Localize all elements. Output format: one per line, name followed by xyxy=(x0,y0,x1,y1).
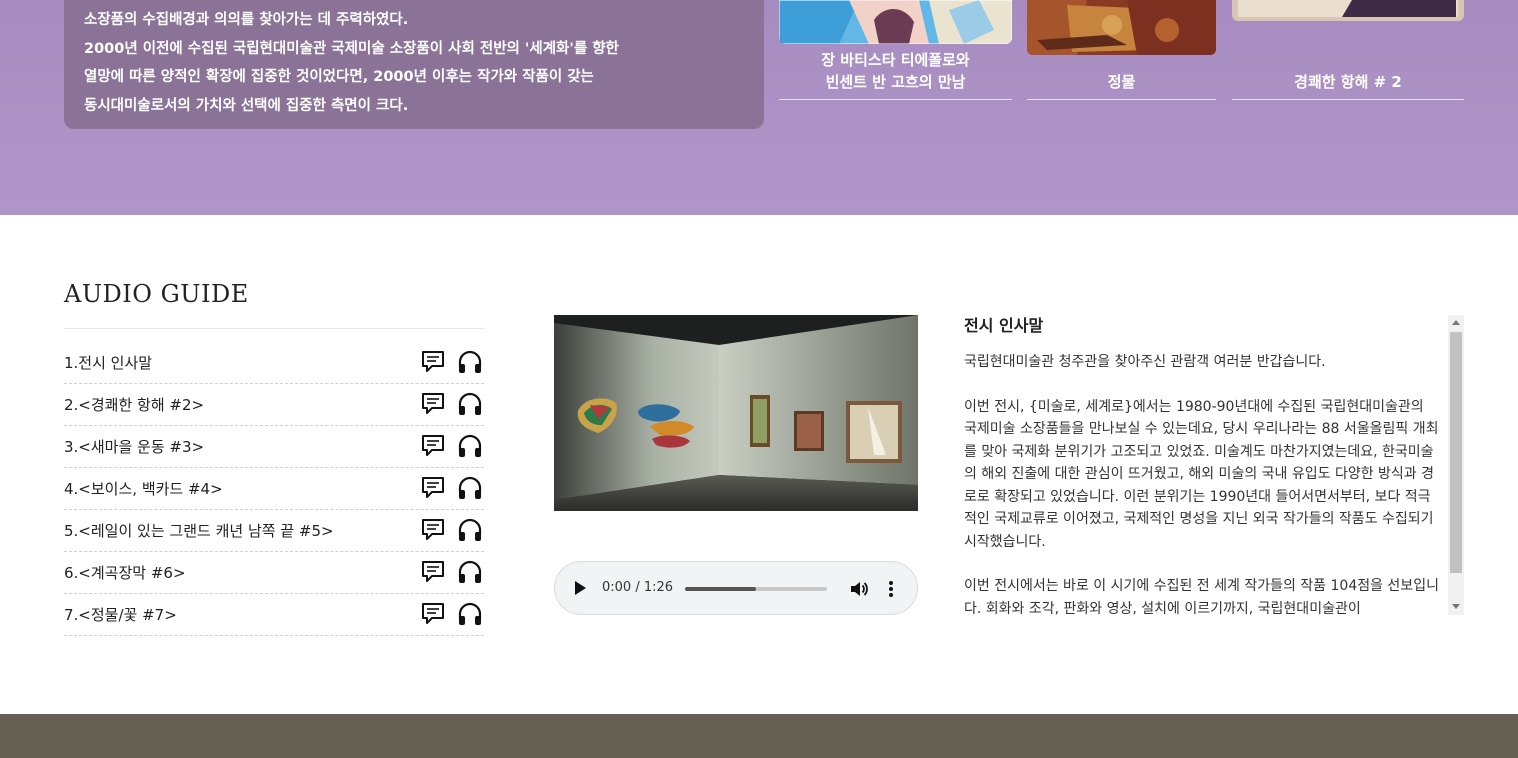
exhibition-header-band: 소장품의 수집배경과 의의를 찾아가는 데 주력하였다. 2000년 이전에 수… xyxy=(0,0,1518,215)
artwork-card-1[interactable]: 장 바티스타 티에폴로와 빈센트 반 고흐의 만남 xyxy=(779,0,1012,100)
transcript-paragraph: 국립현대미술관 청주관을 찾아주신 관람객 여러분 반갑습니다. xyxy=(964,354,1326,370)
caption-divider xyxy=(1232,99,1464,100)
transcript-title: 전시 인사말 xyxy=(964,316,1044,335)
chat-bubble-icon[interactable] xyxy=(420,391,446,417)
site-footer xyxy=(0,714,1518,758)
chat-bubble-icon[interactable] xyxy=(420,601,446,627)
headphones-icon[interactable] xyxy=(457,517,483,543)
artwork-thumbnail[interactable] xyxy=(1027,0,1216,55)
scroll-down-arrow-icon[interactable] xyxy=(1452,604,1460,609)
scrollbar-thumb[interactable] xyxy=(1450,332,1462,573)
audio-guide-item-label[interactable]: 5.<레일이 있는 그랜드 캐년 남쪽 끝 #5> xyxy=(64,520,334,541)
audio-guide-item-label[interactable]: 7.<정물/꽃 #7> xyxy=(64,604,177,625)
artwork-thumbnail[interactable] xyxy=(779,0,1012,44)
audio-guide-item-label[interactable]: 3.<새마을 운동 #3> xyxy=(64,436,204,457)
headphones-icon[interactable] xyxy=(457,475,483,501)
transcript-paragraph: 이번 전시에서는 바로 이 시기에 수집된 전 세계 작가들의 작품 104점을… xyxy=(964,578,1439,615)
audio-guide-item[interactable]: 6.<계곡장막 #6> xyxy=(64,552,484,594)
audio-guide-item-label[interactable]: 2.<경쾌한 항해 #2> xyxy=(64,394,204,415)
artwork-caption: 정물 xyxy=(1107,73,1136,91)
audio-guide-item-label[interactable]: 6.<계곡장막 #6> xyxy=(64,562,186,583)
audio-guide-item[interactable]: 4.<보이스, 백카드 #4> xyxy=(64,468,484,510)
artwork-card-2[interactable]: 정물 xyxy=(1027,0,1216,100)
scroll-up-arrow-icon[interactable] xyxy=(1452,320,1460,325)
headphones-icon[interactable] xyxy=(457,349,483,375)
artwork-thumbnail[interactable] xyxy=(1232,0,1464,21)
caption-divider xyxy=(779,99,1012,100)
progress-track[interactable] xyxy=(685,587,827,591)
volume-icon[interactable] xyxy=(849,579,869,599)
playback-time: 0:00 / 1:26 xyxy=(602,580,674,595)
chat-bubble-icon[interactable] xyxy=(420,349,446,375)
chat-bubble-icon[interactable] xyxy=(420,433,446,459)
artwork-card-3[interactable]: 경쾌한 항해 # 2 xyxy=(1232,0,1464,100)
audio-guide-title: AUDIO GUIDE xyxy=(64,280,249,308)
play-icon[interactable] xyxy=(575,581,586,595)
chat-bubble-icon[interactable] xyxy=(420,559,446,585)
audio-guide-item[interactable]: 2.<경쾌한 항해 #2> xyxy=(64,384,484,426)
audio-guide-list: 1.전시 인사말 2.<경쾌한 항해 #2> 3.<새마을 운동 #3> 4.<… xyxy=(64,342,484,636)
headphones-icon[interactable] xyxy=(457,559,483,585)
progress-fill xyxy=(685,587,756,591)
gallery-photo xyxy=(554,315,918,511)
audio-guide-item-label[interactable]: 1.전시 인사말 xyxy=(64,352,152,373)
artwork-caption: 경쾌한 항해 # 2 xyxy=(1294,73,1402,91)
transcript-paragraph: 이번 전시, {미술로, 세계로}에서는 1980-90년대에 수집된 국립현대… xyxy=(964,398,1439,550)
chat-bubble-icon[interactable] xyxy=(420,517,446,543)
audio-guide-divider xyxy=(64,328,484,329)
headphones-icon[interactable] xyxy=(457,601,483,627)
headphones-icon[interactable] xyxy=(457,391,483,417)
audio-player[interactable]: 0:00 / 1:26 xyxy=(554,561,918,615)
audio-guide-item[interactable]: 5.<레일이 있는 그랜드 캐년 남쪽 끝 #5> xyxy=(64,510,484,552)
transcript-panel[interactable]: 전시 인사말 국립현대미술관 청주관을 찾아주신 관람객 여러분 반갑습니다. … xyxy=(964,315,1448,615)
audio-guide-item-label[interactable]: 4.<보이스, 백카드 #4> xyxy=(64,478,223,499)
transcript-scrollbar[interactable] xyxy=(1448,315,1464,615)
more-vertical-icon[interactable] xyxy=(886,579,896,599)
headphones-icon[interactable] xyxy=(457,433,483,459)
intro-line: 열망에 따른 양적인 확장에 집중한 것이었다면, 2000년 이후는 작가와 … xyxy=(84,69,594,85)
caption-divider xyxy=(1027,99,1216,100)
artwork-caption: 장 바티스타 티에폴로와 빈센트 반 고흐의 만남 xyxy=(821,51,970,91)
intro-line: 2000년 이전에 수집된 국립현대미술관 국제미술 소장품이 사회 전반의 '… xyxy=(84,40,619,57)
chat-bubble-icon[interactable] xyxy=(420,475,446,501)
exhibition-intro-box: 소장품의 수집배경과 의의를 찾아가는 데 주력하였다. 2000년 이전에 수… xyxy=(64,0,764,129)
audio-guide-item[interactable]: 7.<정물/꽃 #7> xyxy=(64,594,484,636)
audio-guide-item[interactable]: 1.전시 인사말 xyxy=(64,342,484,384)
audio-guide-item[interactable]: 3.<새마을 운동 #3> xyxy=(64,426,484,468)
intro-line: 동시대미술로서의 가치와 선택에 집중한 측면이 크다. xyxy=(84,97,409,114)
intro-line: 소장품의 수집배경과 의의를 찾아가는 데 주력하였다. xyxy=(84,12,409,28)
